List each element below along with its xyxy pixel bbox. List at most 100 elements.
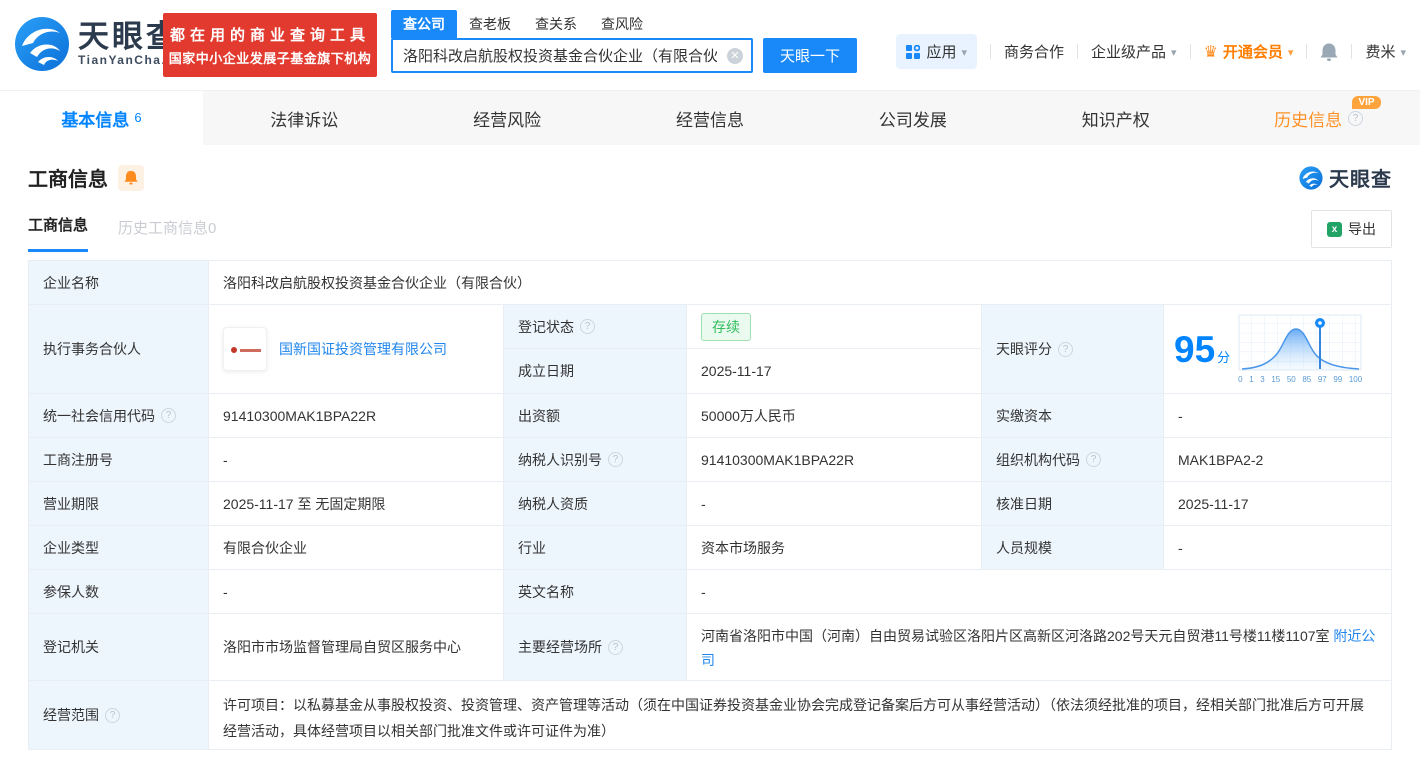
taxpayer-id-label: 纳税人识别号	[504, 438, 687, 481]
partner-company-link[interactable]: 国新国证投资管理有限公司	[279, 339, 447, 359]
subtab-business-registration[interactable]: 工商信息	[28, 214, 89, 252]
tianyancha-watermark: 天眼查	[1299, 163, 1392, 192]
capital-label: 出资额	[504, 394, 687, 437]
vip-badge: VIP	[1352, 96, 1381, 109]
business-cooperation-link[interactable]: 商务合作	[1004, 41, 1064, 62]
business-address-label: 主要经营场所	[504, 614, 687, 680]
establish-date-label: 成立日期	[504, 349, 687, 393]
approve-date-value: 2025-11-17	[1178, 495, 1249, 512]
table-row: 登记机关 洛阳市市场监督管理局自贸区服务中心 主要经营场所 河南省洛阳市中国（河…	[29, 614, 1391, 681]
staff-size-value: -	[1178, 539, 1183, 556]
score-unit: 分	[1217, 349, 1231, 365]
table-row: 营业期限 2025-11-17 至 无固定期限 纳税人资质 - 核准日期 202…	[29, 482, 1391, 526]
export-button[interactable]: 导出	[1311, 210, 1392, 248]
notification-bell-icon[interactable]	[1320, 42, 1338, 62]
score-distribution-chart: 01 3 15 50 85 97 99 100	[1238, 314, 1362, 384]
status-badge: 存续	[701, 312, 751, 341]
section-title: 工商信息	[28, 169, 108, 191]
english-name-value: -	[701, 583, 706, 600]
paid-capital-label: 实缴资本	[982, 394, 1164, 437]
company-nav-tabs: 基本信息 6 法律诉讼 经营风险 经营信息 公司发展 知识产权 VIP 历史信息	[0, 90, 1420, 145]
crown-icon	[1204, 42, 1218, 62]
help-icon[interactable]	[1058, 341, 1073, 357]
tab-intellectual-property[interactable]: 知识产权	[1014, 91, 1217, 145]
table-row: 企业名称 洛阳科改启航股权投资基金合伙企业（有限合伙）	[29, 261, 1391, 305]
enterprise-products-menu[interactable]: 企业级产品	[1091, 41, 1177, 62]
table-row: 统一社会信用代码 91410300MAK1BPA22R 出资额 50000万人民…	[29, 394, 1391, 438]
business-scope-value: 许可项目：以私募基金从事股权投资、投资管理、资产管理等活动（须在中国证券投资基金…	[223, 697, 1364, 739]
tianyancha-logo-icon	[15, 17, 69, 71]
credit-code-label: 统一社会信用代码	[29, 394, 209, 437]
insured-count-value: -	[209, 570, 504, 613]
excel-icon	[1327, 221, 1342, 237]
registration-authority-label: 登记机关	[29, 614, 209, 680]
search-input[interactable]	[391, 38, 753, 73]
business-term-label: 营业期限	[29, 482, 209, 525]
industry-value: 资本市场服务	[687, 526, 982, 569]
promo-line1: 都在用的商业查询工具	[169, 26, 370, 44]
table-row: 企业类型 有限合伙企业 行业 资本市场服务 人员规模 -	[29, 526, 1391, 570]
table-row: 执行事务合伙人 国新国证投资管理有限公司 登记状态 存续 成立日期 2025-1…	[29, 305, 1391, 394]
business-term-value: 2025-11-17 至 无固定期限	[209, 482, 504, 525]
tianyan-score-value[interactable]: 95 分 01 3 15 50 85 97 99 100	[1164, 305, 1391, 393]
insured-count-label: 参保人数	[29, 570, 209, 613]
score-number: 95	[1174, 328, 1216, 370]
subscribe-bell-button[interactable]	[118, 164, 144, 191]
executive-partner-value: 国新国证投资管理有限公司	[209, 305, 504, 393]
tab-operation-risk[interactable]: 经营风险	[406, 91, 609, 145]
help-icon[interactable]	[580, 319, 595, 334]
promo-banner: 都在用的商业查询工具 国家中小企业发展子基金旗下机构	[163, 13, 377, 77]
clear-search-icon[interactable]	[727, 48, 743, 64]
credit-code-value: 91410300MAK1BPA22R	[209, 394, 504, 437]
table-row: 参保人数 - 英文名称 -	[29, 570, 1391, 614]
paid-capital-value: -	[1178, 407, 1183, 424]
company-type-label: 企业类型	[29, 526, 209, 569]
establish-date-value: 2025-11-17	[701, 363, 772, 379]
approve-date-label: 核准日期	[982, 482, 1164, 525]
apps-grid-icon	[906, 44, 921, 59]
search-tab-risk[interactable]: 查风险	[589, 10, 655, 38]
tab-history-info[interactable]: VIP 历史信息	[1217, 91, 1420, 145]
chevron-down-icon	[1283, 43, 1294, 60]
industry-label: 行业	[504, 526, 687, 569]
search-button[interactable]: 天眼一下	[763, 38, 857, 73]
search-tabs: 查公司 查老板 查关系 查风险	[391, 10, 857, 38]
taxpayer-id-value: 91410300MAK1BPA22R	[687, 438, 982, 481]
help-icon[interactable]	[608, 452, 623, 467]
business-info-table: 企业名称 洛阳科改启航股权投资基金合伙企业（有限合伙） 执行事务合伙人 国新国证…	[28, 260, 1392, 750]
company-type-value: 有限合伙企业	[209, 526, 504, 569]
company-name-value: 洛阳科改启航股权投资基金合伙企业（有限合伙）	[223, 274, 531, 291]
top-menu: 应用 商务合作 企业级产品 开通会员 费米	[896, 34, 1406, 69]
apps-menu[interactable]: 应用	[896, 34, 977, 69]
table-row: 工商注册号 - 纳税人识别号 91410300MAK1BPA22R 组织机构代码…	[29, 438, 1391, 482]
open-vip-menu[interactable]: 开通会员	[1204, 41, 1294, 62]
search-tab-relation[interactable]: 查关系	[523, 10, 589, 38]
content-area: 工商信息 天眼查 工商信息 历史工商信息0 导出 企业名称 洛阳科改启航股权投资…	[0, 145, 1420, 750]
help-icon[interactable]	[1348, 110, 1364, 126]
help-icon[interactable]	[608, 639, 623, 655]
partner-company-logo	[223, 327, 267, 371]
user-menu[interactable]: 费米	[1365, 41, 1406, 62]
search-tab-boss[interactable]: 查老板	[457, 10, 523, 38]
top-header: 天眼查 TianYanCha.com 都在用的商业查询工具 国家中小企业发展子基…	[0, 0, 1420, 90]
executive-partner-label: 执行事务合伙人	[29, 305, 209, 393]
org-code-value: MAK1BPA2-2	[1178, 451, 1264, 468]
help-icon[interactable]	[161, 408, 176, 423]
registration-number-label: 工商注册号	[29, 438, 209, 481]
tab-business-info[interactable]: 经营信息	[609, 91, 812, 145]
search-tab-company[interactable]: 查公司	[391, 10, 457, 38]
help-icon[interactable]	[105, 707, 120, 723]
taxpayer-quality-label: 纳税人资质	[504, 482, 687, 525]
chevron-down-icon	[956, 43, 967, 60]
registration-authority-value: 洛阳市市场监督管理局自贸区服务中心	[209, 614, 504, 680]
company-name-label: 企业名称	[29, 261, 209, 304]
business-address-value: 河南省洛阳市中国（河南）自由贸易试验区洛阳片区高新区河洛路202号天元自贸港11…	[701, 628, 1376, 668]
score-axis-labels: 01 3 15 50 85 97 99 100	[1238, 375, 1363, 384]
tab-basic-info[interactable]: 基本信息 6	[0, 91, 203, 145]
help-icon[interactable]	[1086, 452, 1101, 467]
registration-status-label: 登记状态	[504, 305, 687, 348]
english-name-label: 英文名称	[504, 570, 687, 613]
subtab-history-registration[interactable]: 历史工商信息0	[118, 217, 216, 252]
tab-company-development[interactable]: 公司发展	[811, 91, 1014, 145]
tab-legal-litigation[interactable]: 法律诉讼	[203, 91, 406, 145]
